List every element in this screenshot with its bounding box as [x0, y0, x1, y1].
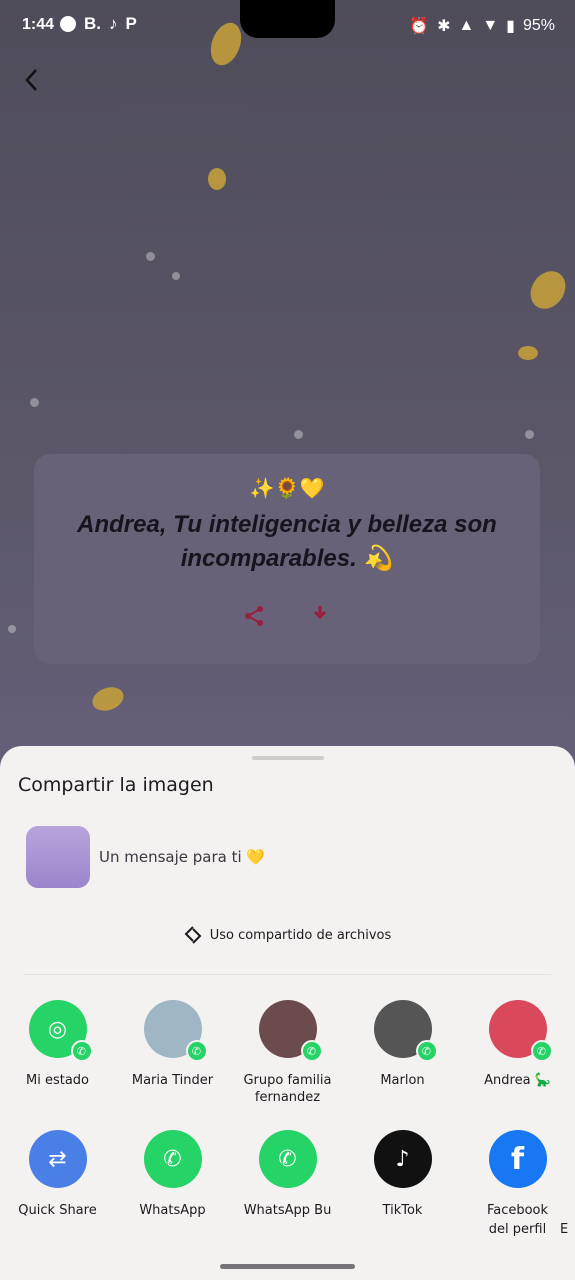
share-icon[interactable]	[241, 604, 267, 630]
share-app-label: WhatsApp	[139, 1203, 206, 1218]
whatsapp-badge-icon: ✆	[70, 1040, 93, 1062]
facebook-icon: f	[488, 1130, 547, 1188]
share-app-sublabel: del perfil	[488, 1222, 547, 1237]
share-app-quick-share[interactable]: ⇄ Quick Share	[0, 1130, 115, 1238]
status-right: ⏰ ✱ ▲ ▼ ▮ 95%	[409, 16, 555, 36]
whatsapp-badge-icon: ✆	[415, 1040, 438, 1062]
bluetooth-icon: ✱	[437, 18, 451, 35]
status-app-b: B.	[84, 14, 101, 33]
image-preview-thumbnail	[26, 826, 90, 888]
share-app-tiktok[interactable]: ♪ TikTok	[345, 1130, 460, 1238]
share-app-label: TikTok	[382, 1203, 423, 1218]
avatar: ✆	[488, 1000, 553, 1062]
whatsapp-badge-icon: ✆	[185, 1040, 208, 1062]
chevron-left-icon	[25, 69, 37, 91]
share-target-andrea[interactable]: ✆ Andrea 🦕	[460, 1000, 575, 1106]
status-app-p: P	[125, 14, 137, 33]
share-sheet: Compartir la imagen Un mensaje para ti 💛…	[0, 746, 575, 1280]
whatsapp-badge-icon: ✆	[300, 1040, 323, 1062]
card-actions	[34, 604, 540, 630]
decor-dot	[172, 272, 180, 280]
share-sheet-title: Compartir la imagen	[18, 774, 214, 796]
share-target-mi-estado[interactable]: ◎ ✆ Mi estado	[0, 1000, 115, 1106]
direct-share-row: ◎ ✆ Mi estado ✆ Maria Tinder ✆ Grupo fami…	[0, 1000, 575, 1106]
preview-text: Un mensaje para ti 💛	[99, 848, 266, 866]
back-button[interactable]	[20, 66, 48, 96]
avatar: ✆	[373, 1000, 438, 1062]
camera-notch	[240, 0, 335, 38]
decor-dot	[8, 625, 16, 633]
facebook-icon	[60, 16, 76, 32]
whatsapp-badge-icon: ✆	[530, 1040, 553, 1062]
share-app-label: WhatsApp Bu	[243, 1203, 332, 1218]
wifi-icon: ▼	[482, 17, 499, 34]
decor-coin	[208, 168, 226, 190]
divider	[24, 974, 551, 975]
download-icon[interactable]	[307, 604, 333, 630]
nearby-share-button[interactable]: Uso compartido de archivos	[0, 926, 575, 944]
decor-coin	[518, 346, 538, 360]
alarm-icon: ⏰	[409, 18, 430, 35]
decor-dot	[294, 430, 303, 439]
status-time: 1:44	[22, 16, 55, 33]
tiktok-icon: ♪	[109, 14, 118, 33]
card-message: Andrea, Tu inteligencia y belleza son in…	[77, 511, 497, 572]
quick-share-icon: ⇄	[28, 1130, 87, 1188]
avatar: ✆	[258, 1000, 323, 1062]
share-app-label: Quick Share	[18, 1203, 97, 1218]
overflow-target-label: E	[560, 1222, 569, 1237]
share-target-maria-tinder[interactable]: ✆ Maria Tinder	[115, 1000, 230, 1106]
whatsapp-icon: ✆	[143, 1130, 202, 1188]
decor-dot	[146, 252, 155, 261]
share-app-whatsapp[interactable]: ✆ WhatsApp	[115, 1130, 230, 1238]
share-target-label: Grupo familia fernandez	[243, 1073, 332, 1105]
share-target-label: Maria Tinder	[131, 1073, 214, 1088]
avatar: ✆	[143, 1000, 208, 1062]
status-icon: ◎ ✆	[28, 1000, 93, 1062]
share-app-whatsapp-business[interactable]: ✆ WhatsApp Bu	[230, 1130, 345, 1238]
tiktok-icon: ♪	[373, 1130, 432, 1188]
drag-handle[interactable]	[252, 756, 324, 760]
share-app-label: Facebook	[486, 1203, 549, 1218]
battery-icon: ▮	[506, 18, 515, 35]
share-target-label: Mi estado	[25, 1073, 89, 1088]
card-emojis: ✨🌻💛	[249, 476, 325, 500]
status-app-icons: B. ♪ P	[60, 14, 137, 34]
share-app-facebook[interactable]: f Facebook del perfil	[460, 1130, 575, 1238]
nearby-share-icon	[184, 926, 202, 944]
decor-dot	[525, 430, 534, 439]
gesture-nav-bar[interactable]	[220, 1264, 355, 1269]
share-target-grupo-familia[interactable]: ✆ Grupo familia fernandez	[230, 1000, 345, 1106]
decor-dot	[30, 398, 39, 407]
nearby-share-label: Uso compartido de archivos	[209, 927, 392, 943]
share-target-marlon[interactable]: ✆ Marlon	[345, 1000, 460, 1106]
whatsapp-business-icon: ✆	[258, 1130, 317, 1188]
share-target-label: Andrea 🦕	[484, 1073, 551, 1088]
app-share-row: ⇄ Quick Share ✆ WhatsApp ✆ WhatsApp Bu ♪…	[0, 1130, 575, 1238]
message-card: ✨🌻💛 Andrea, Tu inteligencia y belleza so…	[34, 454, 540, 664]
battery-level: 95%	[522, 17, 555, 34]
share-target-label: Marlon	[380, 1073, 425, 1088]
signal-icon: ▲	[458, 17, 475, 34]
